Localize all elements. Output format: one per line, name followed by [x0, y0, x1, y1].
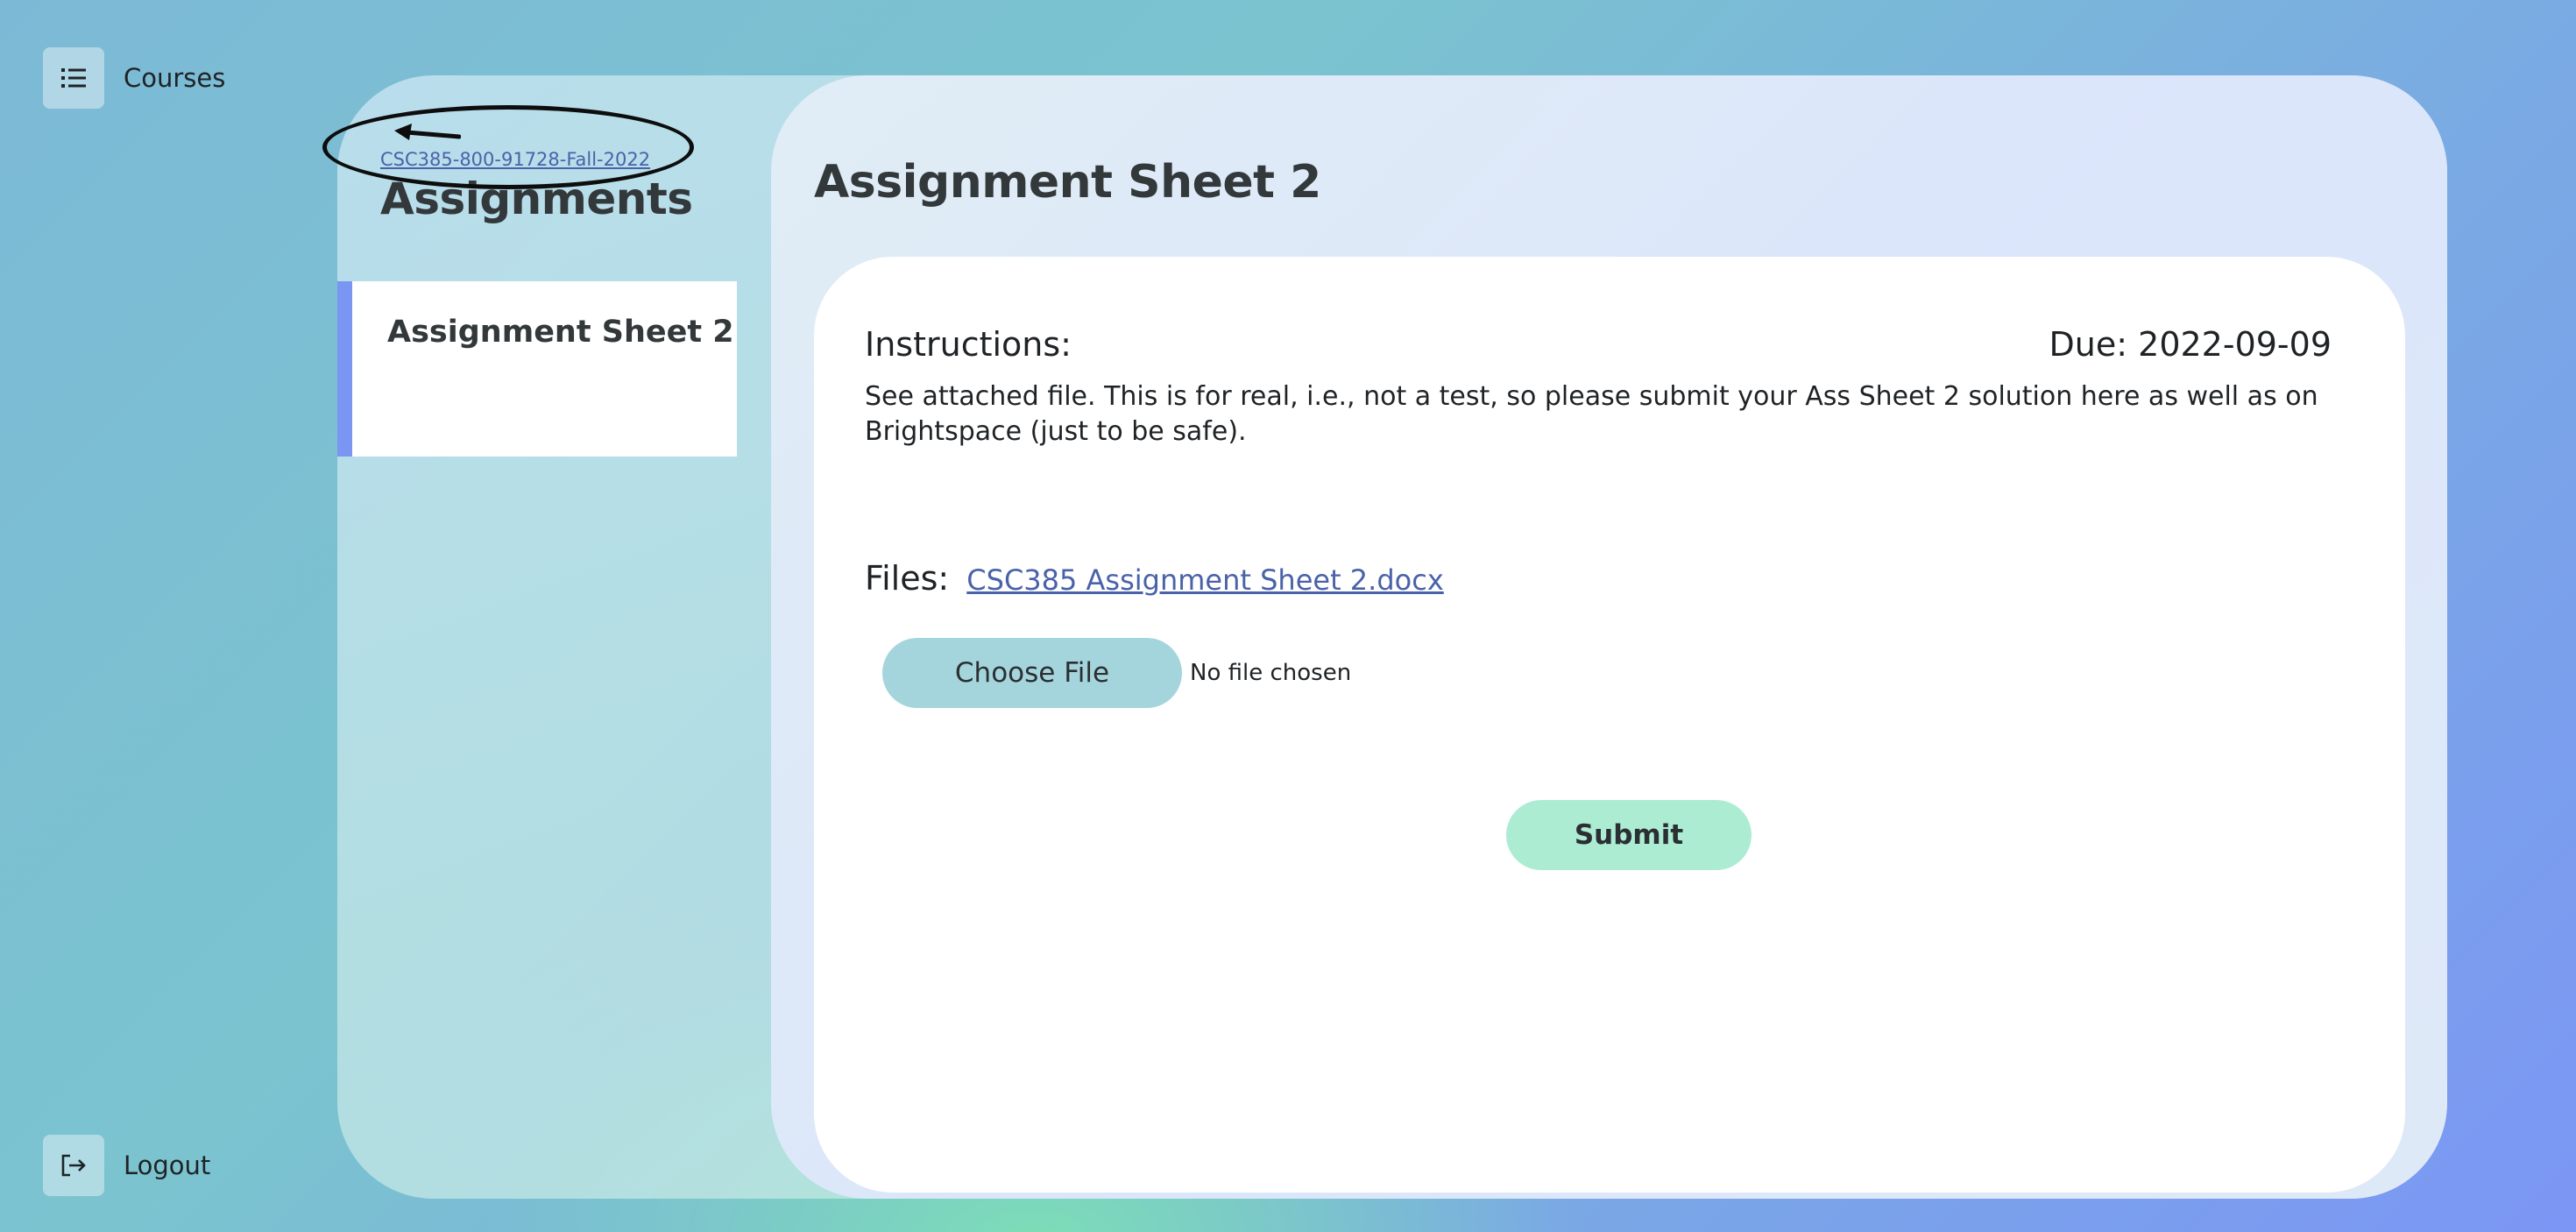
sidebar-item-label: Assignment Sheet 2: [387, 315, 734, 350]
annotation-ellipse: [322, 105, 694, 189]
sidebar-item-assignment-sheet-2[interactable]: Assignment Sheet 2: [337, 281, 737, 457]
attached-file-link[interactable]: CSC385 Assignment Sheet 2.docx: [966, 563, 1443, 597]
due-date: Due: 2022-09-09: [2049, 325, 2332, 364]
no-file-chosen-text: No file chosen: [1190, 660, 1352, 686]
instructions-label: Instructions:: [865, 325, 1072, 364]
logout-icon[interactable]: [43, 1135, 104, 1196]
annotation-arrow-icon: [394, 124, 461, 140]
files-row: Files: CSC385 Assignment Sheet 2.docx: [865, 559, 1444, 598]
choose-file-button[interactable]: Choose File: [882, 638, 1182, 708]
nav-logout-label[interactable]: Logout: [124, 1151, 210, 1180]
submit-button[interactable]: Submit: [1506, 800, 1752, 870]
files-label: Files:: [865, 559, 950, 598]
assignment-card: Instructions: Due: 2022-09-09 See attach…: [814, 257, 2405, 1193]
nav-courses[interactable]: Courses: [43, 47, 225, 109]
instructions-text: See attached file. This is for real, i.e…: [865, 381, 2318, 447]
list-icon[interactable]: [43, 47, 104, 109]
nav-courses-label[interactable]: Courses: [124, 63, 225, 93]
page-title: Assignment Sheet 2: [814, 156, 1321, 209]
nav-logout[interactable]: Logout: [43, 1135, 210, 1196]
